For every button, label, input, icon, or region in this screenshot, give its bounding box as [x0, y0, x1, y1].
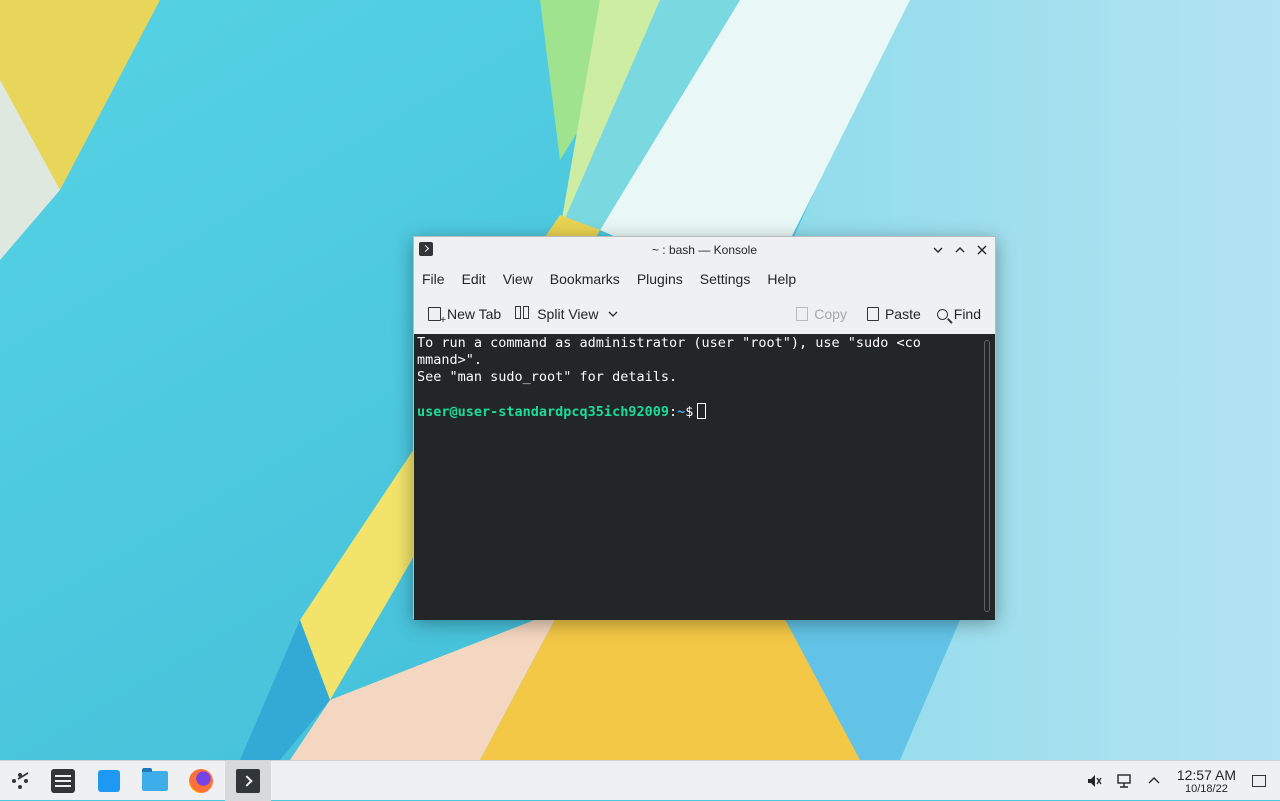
expand-tray-icon[interactable]	[1145, 772, 1163, 790]
menu-help[interactable]: Help	[761, 271, 802, 287]
copy-icon	[796, 307, 809, 321]
close-icon	[977, 245, 987, 255]
taskbar-discover[interactable]	[94, 766, 124, 796]
terminal-line: mmand>".	[417, 352, 483, 368]
menu-plugins[interactable]: Plugins	[631, 271, 689, 287]
toolbar: New Tab Split View Copy Paste Find	[414, 299, 995, 329]
chevron-down-icon[interactable]	[608, 309, 618, 319]
prompt-user: user@user-standardpcq35ich92009	[417, 404, 669, 420]
split-view-button[interactable]: Split View	[509, 301, 624, 327]
new-tab-icon	[428, 307, 446, 326]
menu-settings[interactable]: Settings	[694, 271, 757, 287]
minimize-button[interactable]	[929, 241, 947, 259]
maximize-button[interactable]	[951, 241, 969, 259]
network-icon[interactable]	[1115, 772, 1133, 790]
application-launcher-icon	[12, 772, 29, 789]
firefox-icon	[189, 769, 213, 793]
prompt-line: user@user-standardpcq35ich92009:~$	[417, 403, 995, 420]
window-title: ~ : bash — Konsole	[651, 243, 758, 257]
system-settings-icon	[51, 769, 75, 793]
new-tab-button[interactable]: New Tab	[422, 301, 507, 327]
terminal-area[interactable]: To run a command as administrator (user …	[414, 334, 995, 620]
close-button[interactable]	[973, 241, 991, 259]
terminal-line: To run a command as administrator (user …	[417, 335, 921, 351]
taskbar-file-manager[interactable]	[140, 766, 170, 796]
desktop[interactable]: ~ : bash — Konsole File Edit View Bookma…	[0, 0, 1280, 760]
copy-button[interactable]: Copy	[790, 301, 853, 327]
find-label: Find	[953, 306, 981, 322]
dolphin-file-manager-icon	[142, 768, 168, 791]
taskbar-konsole[interactable]	[225, 761, 271, 801]
system-tray: 12:57 AM 10/18/22	[1079, 761, 1280, 801]
taskbar: 12:57 AM 10/18/22	[0, 760, 1280, 801]
paste-icon	[866, 307, 879, 321]
terminal-cursor	[697, 403, 707, 419]
copy-label: Copy	[814, 306, 847, 322]
show-desktop-icon[interactable]	[1252, 775, 1266, 787]
discover-store-icon	[98, 770, 120, 792]
volume-muted-icon[interactable]	[1085, 772, 1103, 790]
split-view-label: Split View	[537, 306, 599, 322]
paste-label: Paste	[884, 306, 921, 322]
paste-button[interactable]: Paste	[861, 301, 927, 327]
menu-bookmarks[interactable]: Bookmarks	[544, 271, 626, 287]
menu-edit[interactable]: Edit	[456, 271, 492, 287]
taskbar-system-settings[interactable]	[48, 766, 78, 796]
menu-view[interactable]: View	[497, 271, 539, 287]
konsole-icon	[236, 769, 260, 793]
find-button[interactable]: Find	[931, 301, 987, 327]
menu-bar: File Edit View Bookmarks Plugins Setting…	[414, 266, 995, 292]
clock-time: 12:57 AM	[1176, 766, 1236, 783]
konsole-icon	[419, 242, 433, 256]
window-titlebar[interactable]: ~ : bash — Konsole	[414, 237, 995, 263]
prompt-symbol: $	[685, 404, 694, 420]
split-view-icon	[515, 306, 531, 322]
konsole-window[interactable]: ~ : bash — Konsole File Edit View Bookma…	[413, 236, 996, 620]
digital-clock[interactable]: 12:57 AM 10/18/22	[1176, 766, 1236, 795]
terminal-line: See "man sudo_root" for details.	[417, 369, 678, 385]
prompt-separator: :	[668, 404, 678, 420]
menu-file[interactable]: File	[416, 271, 451, 287]
taskbar-firefox[interactable]	[186, 766, 216, 796]
chevron-down-icon	[933, 247, 943, 253]
terminal-scrollbar[interactable]	[984, 340, 990, 612]
application-launcher-button[interactable]	[5, 766, 35, 796]
clock-date: 10/18/22	[1185, 782, 1228, 795]
search-icon	[936, 308, 948, 320]
chevron-up-icon	[955, 247, 965, 253]
new-tab-label: New Tab	[447, 306, 502, 322]
